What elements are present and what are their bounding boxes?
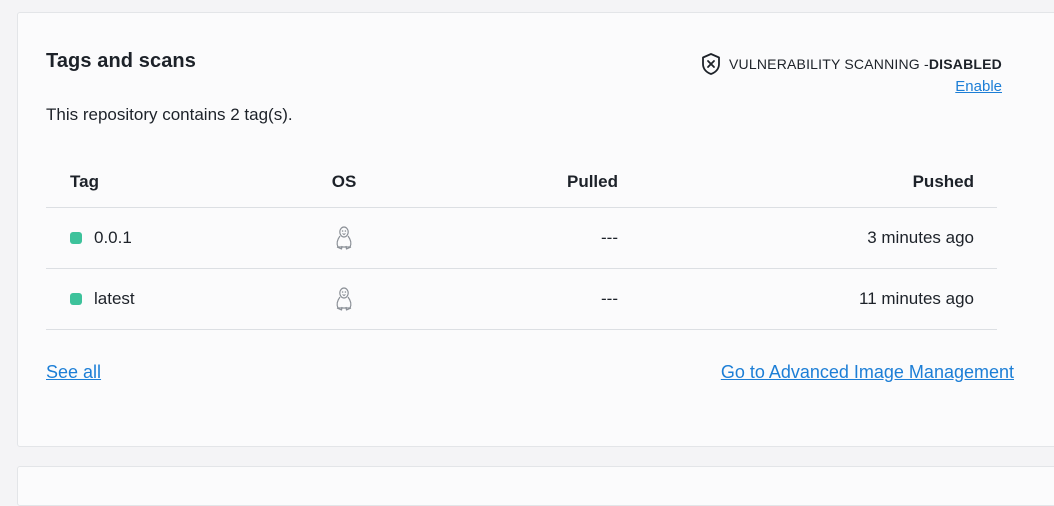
tag-name[interactable]: 0.0.1: [94, 228, 132, 248]
see-all-link[interactable]: See all: [46, 362, 101, 383]
pushed-value: 3 minutes ago: [618, 207, 997, 269]
table-row[interactable]: 0.0.1 --- 3 minutes ago: [46, 207, 997, 269]
enable-scanning-link[interactable]: Enable: [955, 78, 1002, 95]
scanning-label: VULNERABILITY SCANNING -: [729, 56, 929, 72]
tags-table: Tag OS Pulled Pushed 0.0.1 --- 3 minutes…: [46, 157, 997, 330]
tag-count-text: This repository contains 2 tag(s).: [46, 105, 293, 124]
pulled-value: ---: [364, 268, 618, 330]
column-header-pushed: Pushed: [618, 157, 997, 208]
tag-status-dot: [70, 232, 82, 244]
linux-penguin-icon: [336, 287, 352, 311]
tag-status-dot: [70, 293, 82, 305]
advanced-image-management-link[interactable]: Go to Advanced Image Management: [721, 362, 1014, 383]
linux-penguin-icon: [336, 226, 352, 250]
column-header-pulled: Pulled: [364, 157, 618, 208]
table-header-row: Tag OS Pulled Pushed: [46, 157, 997, 208]
tag-name[interactable]: latest: [94, 289, 135, 309]
card-title: Tags and scans: [46, 50, 196, 72]
vulnerability-scanning-status: VULNERABILITY SCANNING - DISABLED: [700, 52, 1002, 76]
column-header-tag: Tag: [46, 157, 324, 208]
column-header-os: OS: [324, 157, 364, 208]
next-card: [17, 466, 1054, 506]
pushed-value: 11 minutes ago: [618, 268, 997, 330]
shield-x-icon: [702, 53, 720, 75]
scanning-status: DISABLED: [928, 56, 1002, 72]
pulled-value: ---: [364, 207, 618, 269]
table-row[interactable]: latest --- 11 minutes ago: [46, 268, 997, 330]
